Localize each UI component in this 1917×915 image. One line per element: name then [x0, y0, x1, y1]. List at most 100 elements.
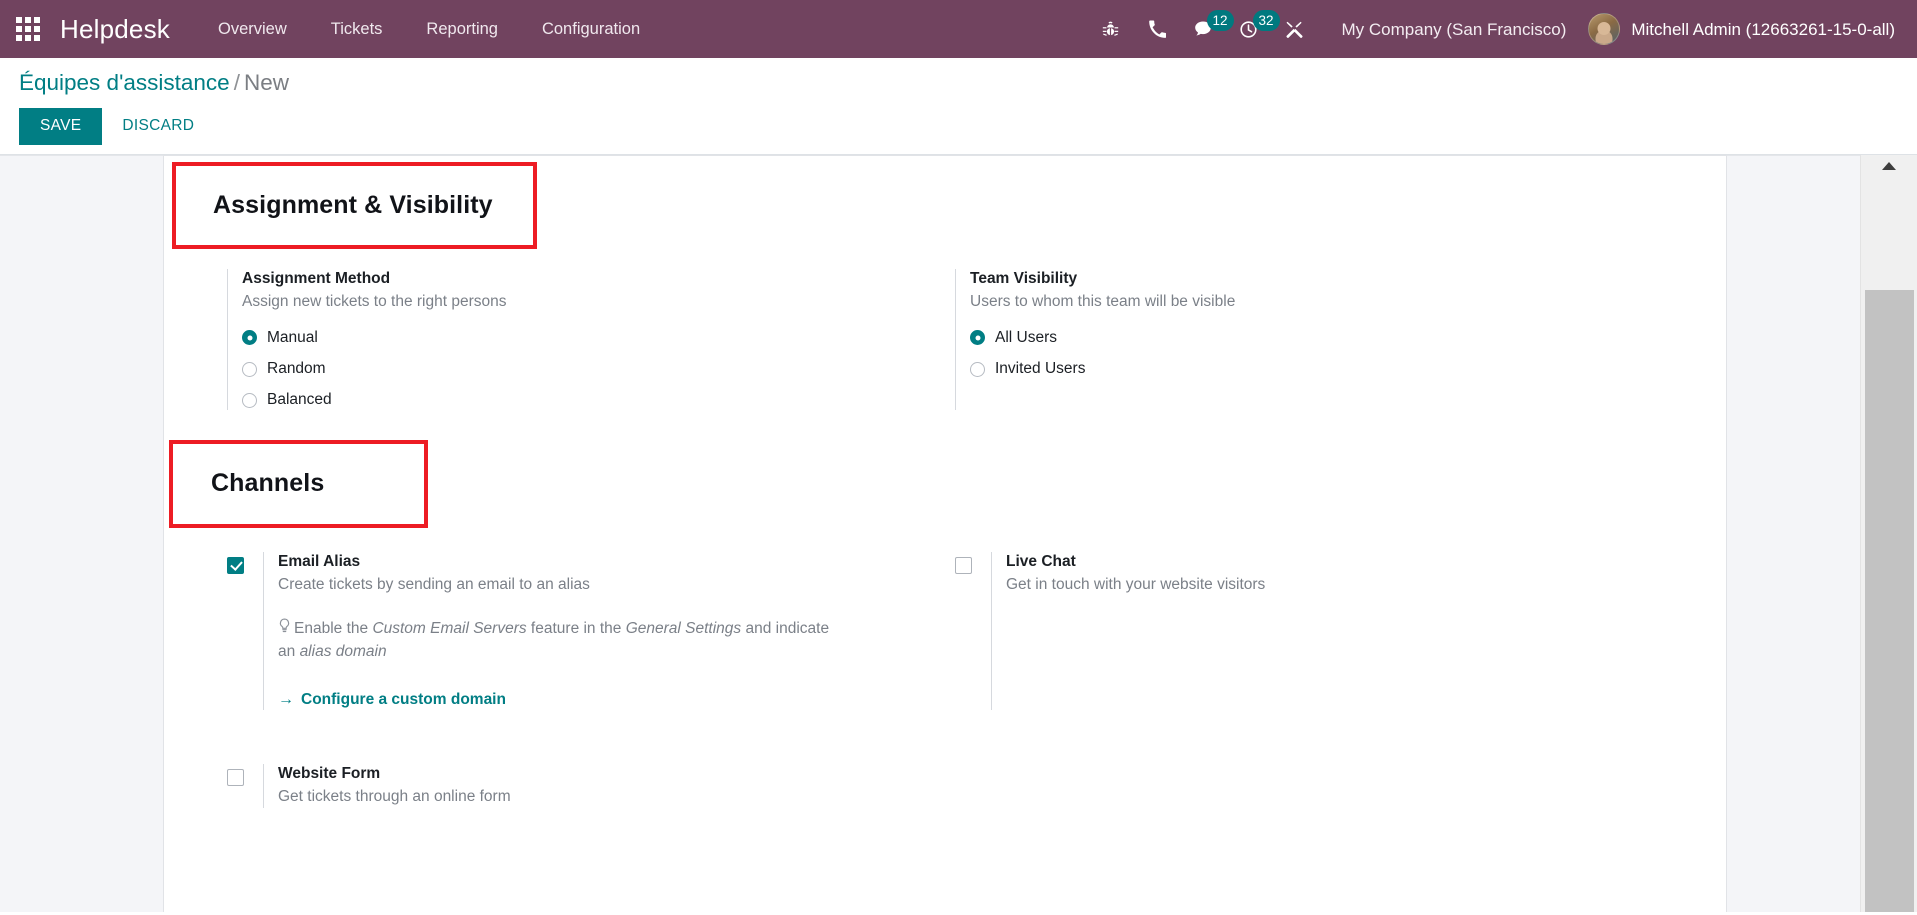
tip-text-part2: feature in the — [526, 619, 626, 637]
radio-indicator-manual[interactable] — [242, 330, 257, 346]
assignment-method-radio-group: Manual Random Balanced — [242, 328, 931, 410]
main-menu: Overview Tickets Reporting Configuration — [196, 0, 662, 58]
vertical-scrollbar[interactable] — [1860, 154, 1917, 912]
radio-indicator-balanced[interactable] — [242, 392, 257, 408]
app-brand-helpdesk[interactable]: Helpdesk — [60, 16, 196, 42]
save-button[interactable]: SAVE — [19, 108, 103, 145]
record-action-buttons: SAVE DISCARD — [0, 97, 1917, 145]
radio-label-invited-users: Invited Users — [995, 360, 1086, 378]
radio-assignment-balanced[interactable]: Balanced — [242, 390, 931, 410]
radio-visibility-all-users[interactable]: All Users — [970, 328, 1712, 348]
arrow-right-icon: → — [278, 690, 294, 708]
assignment-method-label: Assignment Method — [242, 270, 391, 287]
developer-tools-button[interactable] — [1272, 0, 1318, 58]
company-switcher[interactable]: My Company (San Francisco) — [1324, 21, 1581, 38]
team-visibility-divider — [955, 269, 956, 411]
phone-icon — [1148, 20, 1166, 38]
assignment-visibility-title: Assignment & Visibility — [213, 190, 493, 219]
live-chat-checkbox-slot — [955, 552, 991, 574]
email-alias-divider — [263, 551, 264, 710]
website-form-settings-row: Website Form Get tickets through an onli… — [164, 710, 1726, 808]
chevron-up-icon — [1882, 161, 1896, 170]
scrollbar-track[interactable] — [1861, 177, 1917, 912]
channels-settings-row: Email Alias Create tickets by sending an… — [164, 528, 1726, 710]
bug-icon — [1102, 21, 1119, 36]
team-visibility-label: Team Visibility — [970, 270, 1078, 287]
website-form-checkbox[interactable] — [227, 768, 244, 786]
radio-label-manual: Manual — [267, 328, 318, 346]
discard-button[interactable]: DISCARD — [102, 109, 212, 143]
assignment-method-divider — [227, 269, 228, 411]
radio-label-balanced: Balanced — [267, 391, 332, 409]
breadcrumb-current: New — [243, 70, 289, 95]
messages-button[interactable]: 12 — [1180, 0, 1234, 58]
systray: 12 32 — [1088, 0, 1324, 58]
assignment-visibility-section: Assignment & Visibility — [164, 156, 1726, 249]
email-alias-checkbox[interactable] — [227, 556, 244, 574]
website-form-divider — [263, 763, 264, 808]
tip-em-general-settings: General Settings — [625, 619, 742, 637]
email-alias-setting: Email Alias Create tickets by sending an… — [164, 550, 945, 710]
radio-indicator-all-users[interactable] — [970, 330, 985, 346]
scrollbar-thumb[interactable] — [1865, 289, 1914, 912]
menu-item-reporting[interactable]: Reporting — [404, 0, 520, 58]
annotation-box-channels: Channels — [169, 440, 429, 528]
form-content-area: Assignment & Visibility Assignment Metho… — [0, 154, 1917, 912]
assignment-method-setting: Assignment Method Assign new tickets to … — [164, 267, 945, 411]
radio-label-random: Random — [267, 360, 326, 378]
tip-em-custom-email-servers: Custom Email Servers — [372, 619, 527, 637]
live-chat-divider — [991, 551, 992, 710]
menu-item-tickets[interactable]: Tickets — [309, 0, 405, 58]
team-visibility-body: Team Visibility Users to whom this team … — [970, 269, 1726, 379]
team-visibility-description: Users to whom this team will be visible — [970, 292, 1236, 310]
radio-assignment-random[interactable]: Random — [242, 359, 931, 379]
tools-icon — [1286, 21, 1303, 38]
team-visibility-setting: Team Visibility Users to whom this team … — [945, 267, 1726, 411]
website-form-checkbox-slot — [227, 764, 263, 786]
assignment-settings-row: Assignment Method Assign new tickets to … — [164, 249, 1726, 411]
team-visibility-radio-group: All Users Invited Users — [970, 328, 1712, 379]
radio-label-all-users: All Users — [995, 328, 1058, 346]
apps-grid-icon — [16, 17, 40, 41]
email-alias-label: Email Alias — [278, 552, 361, 570]
breadcrumb: Équipes d'assistance / New — [0, 69, 1917, 97]
website-form-description: Get tickets through an online form — [278, 787, 511, 805]
assignment-method-body: Assignment Method Assign new tickets to … — [242, 269, 945, 410]
breadcrumb-separator: / — [233, 70, 240, 95]
website-form-setting: Website Form Get tickets through an onli… — [164, 762, 945, 808]
radio-assignment-manual[interactable]: Manual — [242, 328, 931, 348]
email-alias-body: Email Alias Create tickets by sending an… — [278, 552, 945, 710]
user-avatar — [1588, 13, 1621, 45]
lightbulb-icon — [278, 618, 291, 641]
channels-section: Channels — [164, 410, 1726, 528]
radio-indicator-random[interactable] — [242, 361, 257, 377]
phone-button[interactable] — [1134, 0, 1180, 58]
live-chat-label: Live Chat — [1006, 552, 1076, 570]
configure-domain-row: → Configure a custom domain — [278, 690, 931, 710]
scroll-up-button[interactable] — [1861, 155, 1917, 177]
activities-button[interactable]: 32 — [1226, 0, 1280, 58]
email-alias-checkbox-slot — [227, 552, 263, 574]
breadcrumb-root-link[interactable]: Équipes d'assistance — [19, 70, 230, 95]
live-chat-checkbox[interactable] — [955, 556, 972, 574]
menu-item-configuration[interactable]: Configuration — [520, 0, 662, 58]
menu-item-overview[interactable]: Overview — [196, 0, 309, 58]
configure-custom-domain-link[interactable]: → Configure a custom domain — [278, 690, 506, 710]
channels-title: Channels — [211, 469, 325, 498]
apps-menu-button[interactable] — [0, 0, 56, 58]
radio-indicator-invited-users[interactable] — [970, 361, 985, 377]
website-form-right-empty — [945, 762, 1726, 808]
live-chat-body: Live Chat Get in touch with your website… — [1006, 552, 1726, 596]
website-form-body: Website Form Get tickets through an onli… — [278, 764, 945, 808]
bug-button[interactable] — [1088, 0, 1134, 58]
website-form-label: Website Form — [278, 764, 381, 782]
email-alias-tip: Enable the Custom Email Servers feature … — [278, 618, 838, 664]
tip-em-alias-domain: alias domain — [299, 643, 387, 661]
live-chat-description: Get in touch with your website visitors — [1006, 575, 1266, 593]
user-menu[interactable]: Mitchell Admin (12663261-15-0-all) — [1580, 13, 1917, 45]
live-chat-setting: Live Chat Get in touch with your website… — [945, 550, 1726, 710]
radio-visibility-invited-users[interactable]: Invited Users — [970, 359, 1712, 379]
configure-custom-domain-label: Configure a custom domain — [301, 690, 506, 708]
top-navbar: Helpdesk Overview Tickets Reporting Conf… — [0, 0, 1917, 58]
tip-text-part1: Enable the — [294, 619, 373, 637]
